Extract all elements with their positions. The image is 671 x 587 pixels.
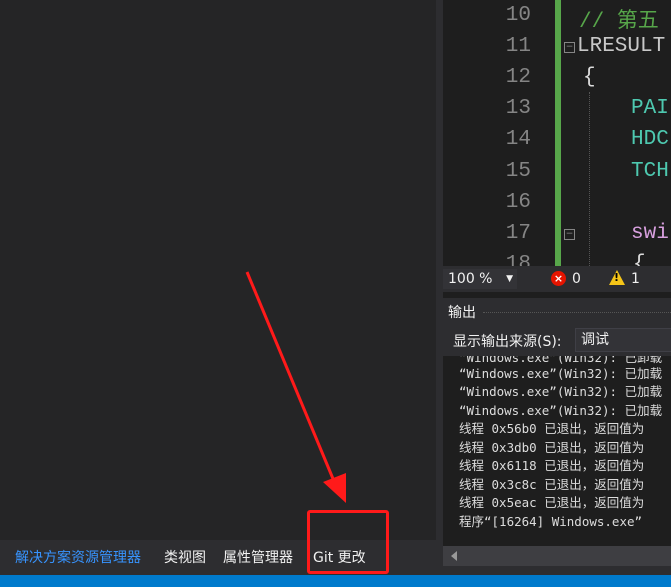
zoom-level: 100 %: [448, 271, 493, 287]
code-line: {: [583, 66, 596, 89]
title-grip: [483, 312, 671, 314]
line-number: 17: [505, 222, 531, 245]
error-icon[interactable]: ×: [551, 271, 566, 286]
output-line: “Windows.exe”(Win32): 已加载: [459, 384, 663, 399]
output-line: “Windows.exe”(Win32): 已加载: [459, 366, 663, 381]
line-number: 10: [505, 4, 531, 27]
line-number: 11: [505, 35, 531, 58]
output-line: 线程 0x3c8c 已退出，返回值为: [459, 477, 645, 492]
output-title: 输出: [448, 305, 476, 321]
pane-splitter[interactable]: [436, 0, 443, 587]
collapse-icon[interactable]: −: [564, 42, 575, 53]
tab-property-manager[interactable]: 属性管理器: [223, 548, 293, 568]
code-line: TCH: [631, 160, 669, 183]
solution-explorer-pane: [0, 0, 436, 540]
change-tracking-bar: [555, 0, 561, 266]
zoom-dropdown[interactable]: 100 % ▼: [443, 269, 517, 289]
chevron-down-icon: ▼: [506, 274, 513, 284]
output-source-select[interactable]: 调试: [575, 328, 671, 352]
highlight-box: [307, 510, 389, 574]
output-window: 输出 显示输出来源(S): 调试 “Windows.exe”(Win32): 已…: [443, 298, 671, 575]
output-line: 程序“[16264] Windows.exe”: [459, 514, 643, 529]
output-line: “Windows.exe”(Win32): 已加载: [459, 403, 663, 418]
line-number: 13: [505, 97, 531, 120]
code-line: LRESULT: [577, 35, 666, 58]
warning-mark: !: [614, 271, 620, 284]
status-bar: [0, 575, 671, 587]
output-toolbar: 显示输出来源(S): 调试: [443, 325, 671, 355]
line-number-gutter: 10 11 12 13 14 15 16 17 18: [443, 0, 555, 266]
tab-solution-explorer[interactable]: 解决方案资源管理器: [15, 548, 141, 568]
output-source-label: 显示输出来源(S):: [453, 334, 562, 350]
output-line: 线程 0x5eac 已退出，返回值为: [459, 495, 645, 510]
code-line: PAI: [631, 97, 669, 120]
code-line: swi: [631, 222, 669, 245]
code-editor[interactable]: 10 11 12 13 14 15 16 17 18 − − // 第五 LRE…: [443, 0, 671, 266]
code-line: // 第五: [579, 11, 659, 34]
output-line: 线程 0x6118 已退出，返回值为: [459, 458, 645, 473]
error-count[interactable]: 0: [572, 269, 581, 289]
output-text[interactable]: “Windows.exe”(Win32): 已卸载 “Windows.exe”(…: [443, 356, 671, 546]
scroll-left-icon[interactable]: [451, 551, 457, 561]
editor-status-strip: 100 % ▼ × 0 ! 1: [443, 266, 671, 292]
line-number: 15: [505, 160, 531, 183]
line-number: 12: [505, 66, 531, 89]
code-line: {: [633, 253, 646, 266]
line-number: 18: [505, 253, 531, 266]
code-line: HDC: [631, 128, 669, 151]
horizontal-scrollbar[interactable]: [443, 546, 671, 566]
output-line: 线程 0x3db0 已退出，返回值为: [459, 440, 645, 455]
indent-guide: [589, 92, 590, 266]
line-number: 16: [505, 191, 531, 214]
line-number: 14: [505, 128, 531, 151]
output-line: 线程 0x56b0 已退出，返回值为: [459, 421, 645, 436]
tab-class-view[interactable]: 类视图: [164, 548, 206, 568]
collapse-icon[interactable]: −: [564, 229, 575, 240]
warning-count[interactable]: 1: [631, 269, 640, 289]
